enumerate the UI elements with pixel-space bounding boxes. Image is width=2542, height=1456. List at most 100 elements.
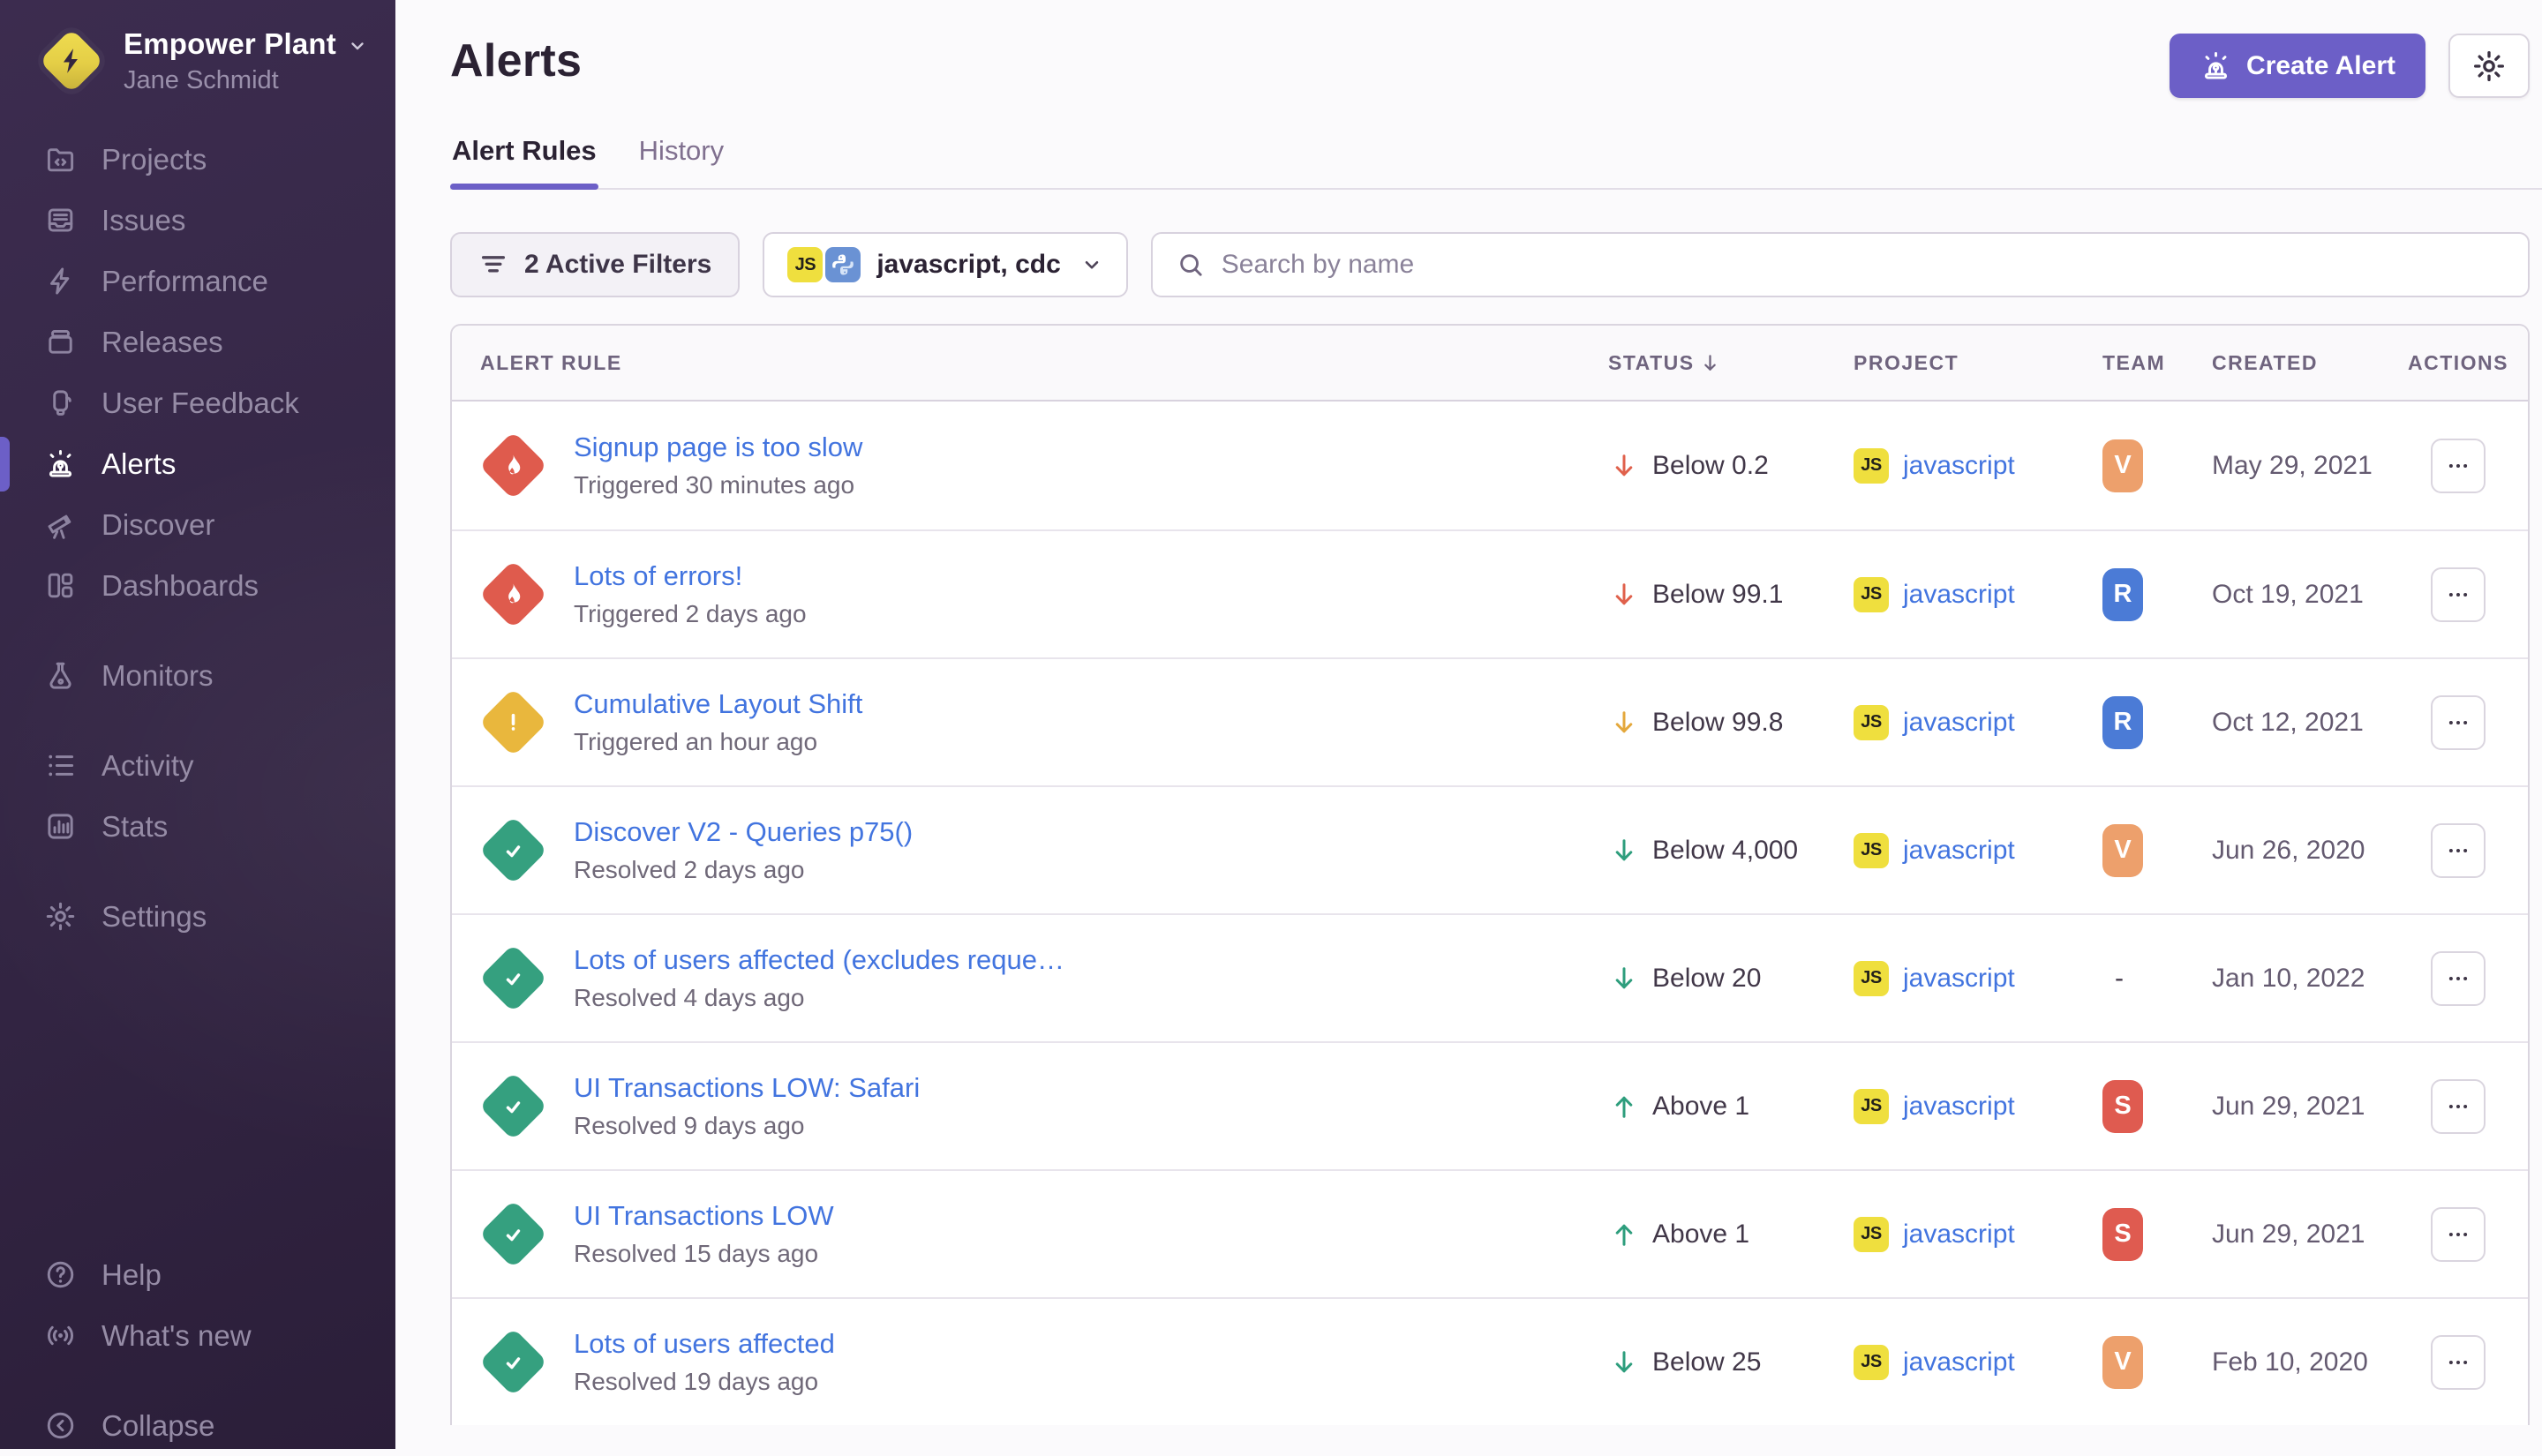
arrow-down-icon [1608,450,1640,482]
arrow-up-icon [1608,1219,1640,1250]
alert-settings-button[interactable] [2448,34,2530,98]
org-switcher[interactable]: Empower Plant Jane Schmidt [0,0,395,90]
sidebar-footer: HelpWhat's new Collapse [0,1244,395,1456]
sidebar-item-monitors[interactable]: Monitors [0,645,395,706]
column-header-project: PROJECT [1854,351,2102,375]
org-name: Empower Plant [124,27,336,61]
project-cell: JSjavascript [1854,705,2102,740]
project-link[interactable]: javascript [1903,1220,2015,1250]
active-tab-indicator [450,184,598,190]
project-filter-dropdown[interactable]: JS javascript, cdc [763,232,1127,297]
tab-history[interactable]: History [637,123,726,188]
created-cell: Jun 26, 2020 [2212,836,2408,866]
sidebar-item-dashboards[interactable]: Dashboards [0,555,395,616]
created-cell: Oct 12, 2021 [2212,708,2408,738]
team-avatar[interactable]: V [2102,439,2143,492]
column-header-status[interactable]: STATUS [1608,351,1854,375]
table-header: ALERT RULESTATUSPROJECTTEAMCREATEDACTION… [452,326,2528,402]
flame-icon [499,581,527,609]
alert-rule-row: Lots of users affectedResolved 19 days a… [452,1297,2528,1425]
project-link[interactable]: javascript [1903,708,2015,738]
severity-cell [452,954,574,1002]
sidebar-item-what-s-new[interactable]: What's new [0,1305,395,1366]
org-logo-diamond [39,28,104,94]
arrow-down-icon [1608,579,1640,611]
alert-rule-cell: Discover V2 - Queries p75() Resolved 2 da… [574,816,1608,884]
alert-rule-link[interactable]: Lots of users affected (excludes reque… [574,944,1582,976]
sidebar-collapse-button[interactable]: Collapse [0,1395,395,1456]
row-actions-button[interactable] [2431,439,2486,493]
project-cell: JS javascript [1854,1217,2102,1252]
project-link[interactable]: javascript [1903,1347,2015,1377]
alert-rule-link[interactable]: Signup page is too slow [574,432,1582,463]
alert-rule-link[interactable]: UI Transactions LOW: Safari [574,1072,1582,1104]
alert-rule-subtitle: Resolved 2 days ago [574,856,1582,884]
team-cell: - [2102,964,2212,994]
row-actions-button[interactable] [2431,1207,2486,1262]
team-avatar[interactable]: V [2102,1336,2143,1389]
tab-alert-rules[interactable]: Alert Rules [450,123,598,188]
row-actions-button[interactable] [2431,695,2486,750]
alert-rule-link[interactable]: Discover V2 - Queries p75() [574,816,1582,848]
sidebar-item-alerts[interactable]: Alerts [0,433,395,494]
project-link[interactable]: javascript [1903,580,2015,610]
javascript-platform-icon: JS [1854,1089,1889,1124]
header-actions: Create Alert [2170,34,2530,98]
sidebar-item-help[interactable]: Help [0,1244,395,1305]
team-avatar[interactable]: S [2102,1208,2143,1261]
active-filters-button[interactable]: 2 Active Filters [450,232,740,297]
project-link[interactable]: javascript [1903,964,2015,994]
project-link[interactable]: javascript [1903,451,2015,481]
status-cell: Below 4,000 [1608,835,1854,867]
row-actions-button[interactable] [2431,823,2486,878]
resolved-diamond-badge [478,1072,547,1141]
sidebar-item-discover[interactable]: Discover [0,494,395,555]
team-avatar[interactable]: R [2102,696,2143,749]
alert-rule-cell: Signup page is too slowTriggered 30 minu… [574,432,1608,499]
ellipsis-icon [2445,453,2471,479]
project-cell: JSjavascript [1854,833,2102,868]
row-actions-button[interactable] [2431,1335,2486,1390]
flame-icon [499,452,527,480]
search-input[interactable] [1222,234,2505,296]
ellipsis-icon [2445,1093,2471,1120]
team-avatar[interactable]: S [2102,1080,2143,1133]
ellipsis-icon [2445,582,2471,608]
row-actions-button[interactable] [2431,567,2486,622]
sidebar-item-settings[interactable]: Settings [0,886,395,947]
create-alert-button[interactable]: Create Alert [2170,34,2425,98]
team-avatar[interactable]: R [2102,568,2143,621]
stats-icon [44,810,77,843]
issues-icon [44,204,77,236]
discover-icon [44,508,77,541]
row-actions-button[interactable] [2431,951,2486,1006]
alert-rule-link[interactable]: Lots of errors! [574,560,1582,592]
alert-rule-link[interactable]: Cumulative Layout Shift [574,688,1582,720]
column-header-team: TEAM [2102,351,2212,375]
sidebar-item-projects[interactable]: Projects [0,129,395,190]
sidebar-nav-group: Monitors [0,645,395,706]
sidebar: Empower Plant Jane Schmidt ProjectsIssue… [0,0,395,1449]
arrow-down-icon [1608,963,1640,994]
javascript-platform-icon: JS [1854,1217,1889,1252]
sidebar-item-user-feedback[interactable]: User Feedback [0,372,395,433]
team-empty: - [2102,964,2124,993]
alert-rule-link[interactable]: UI Transactions LOW [574,1200,1582,1232]
sidebar-item-stats[interactable]: Stats [0,796,395,857]
status-cell: Below 0.2 [1608,450,1854,482]
sidebar-item-label: Releases [102,326,223,359]
team-avatar[interactable]: V [2102,824,2143,877]
row-actions-button[interactable] [2431,1079,2486,1134]
alert-rule-link[interactable]: Lots of users affected [574,1328,1582,1360]
project-cell: JSjavascript [1854,961,2102,996]
monitors-icon [44,659,77,692]
sidebar-item-activity[interactable]: Activity [0,735,395,796]
project-link[interactable]: javascript [1903,1092,2015,1122]
sidebar-item-releases[interactable]: Releases [0,311,395,372]
sidebar-item-label: Performance [102,265,268,298]
project-link[interactable]: javascript [1903,836,2015,866]
sidebar-item-performance[interactable]: Performance [0,251,395,311]
python-platform-icon [825,247,861,282]
sidebar-item-issues[interactable]: Issues [0,190,395,251]
severity-cell [452,1210,574,1258]
